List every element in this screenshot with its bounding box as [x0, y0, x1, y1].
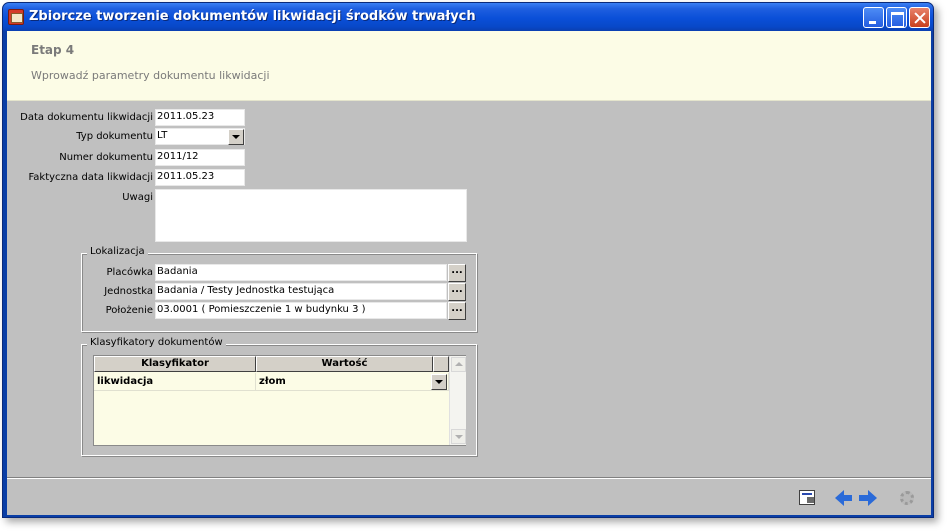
klasyfikatory-legend: Klasyfikatory dokumentów — [87, 337, 226, 348]
close-button[interactable] — [909, 7, 930, 28]
typ-dokumentu-dropdown-button[interactable] — [228, 129, 244, 145]
placowka-label: Placówka — [106, 267, 153, 278]
table-cell-wartosc[interactable]: złom — [256, 373, 449, 391]
faktyczna-data-input[interactable]: 2011.05.23 — [155, 169, 245, 186]
wizard-client-area: Etap 4 Wprowadź parametry dokumentu likw… — [7, 31, 931, 515]
uwagi-label: Uwagi — [122, 192, 153, 203]
grid-vertical-scrollbar[interactable] — [449, 356, 466, 445]
uwagi-textarea[interactable] — [155, 189, 467, 242]
document-report-icon — [799, 490, 815, 505]
column-header-wartosc[interactable]: Wartość — [256, 356, 433, 372]
wartosc-dropdown-button[interactable] — [431, 374, 447, 390]
maximize-button[interactable] — [886, 7, 907, 28]
klasyfikatory-grid: Klasyfikator Wartość likwidacja złom — [93, 355, 466, 446]
placowka-browse-button[interactable]: ... — [448, 264, 466, 282]
lokalizacja-legend: Lokalizacja — [87, 246, 148, 257]
report-button[interactable] — [796, 487, 818, 509]
table-cell-klasyfikator[interactable]: likwidacja — [94, 373, 256, 391]
polozenie-label: Położenie — [105, 305, 153, 316]
footer-divider — [7, 477, 931, 479]
gear-icon — [900, 491, 914, 505]
data-dokumentu-input[interactable]: 2011.05.23 — [155, 109, 245, 126]
scroll-up-icon[interactable] — [451, 357, 466, 372]
column-header-klasyfikator[interactable]: Klasyfikator — [94, 356, 256, 372]
window-title: Zbiorcze tworzenie dokumentów likwidacji… — [29, 9, 476, 24]
data-dokumentu-label: Data dokumentu likwidacji — [20, 112, 153, 123]
step-title: Etap 4 — [31, 43, 75, 57]
jednostka-browse-button[interactable]: ... — [448, 283, 466, 301]
column-header-spacer — [433, 356, 449, 372]
scroll-down-icon[interactable] — [451, 429, 466, 444]
app-icon[interactable] — [8, 9, 24, 25]
finish-button[interactable] — [896, 487, 918, 509]
faktyczna-data-label: Faktyczna data likwidacji — [28, 172, 153, 183]
jednostka-input[interactable]: Badania / Testy Jednostka testująca — [155, 283, 447, 300]
polozenie-input[interactable]: 03.0001 ( Pomieszczenie 1 w budynku 3 ) — [155, 302, 447, 319]
wizard-window: Zbiorcze tworzenie dokumentów likwidacji… — [2, 2, 934, 518]
numer-dokumentu-input[interactable]: 2011/12 — [155, 149, 245, 166]
arrow-left-icon — [835, 490, 852, 506]
jednostka-label: Jednostka — [104, 286, 153, 297]
wizard-header: Etap 4 Wprowadź parametry dokumentu likw… — [7, 31, 931, 101]
arrow-right-icon — [859, 490, 877, 506]
back-button[interactable] — [833, 487, 855, 509]
step-description: Wprowadź parametry dokumentu likwidacji — [31, 69, 270, 82]
polozenie-browse-button[interactable]: ... — [448, 302, 466, 320]
placowka-input[interactable]: Badania — [155, 264, 447, 281]
title-bar[interactable]: Zbiorcze tworzenie dokumentów likwidacji… — [3, 3, 933, 31]
numer-dokumentu-label: Numer dokumentu — [59, 152, 153, 163]
typ-dokumentu-label: Typ dokumentu — [76, 131, 153, 142]
next-button[interactable] — [857, 487, 879, 509]
minimize-button[interactable] — [863, 7, 884, 28]
